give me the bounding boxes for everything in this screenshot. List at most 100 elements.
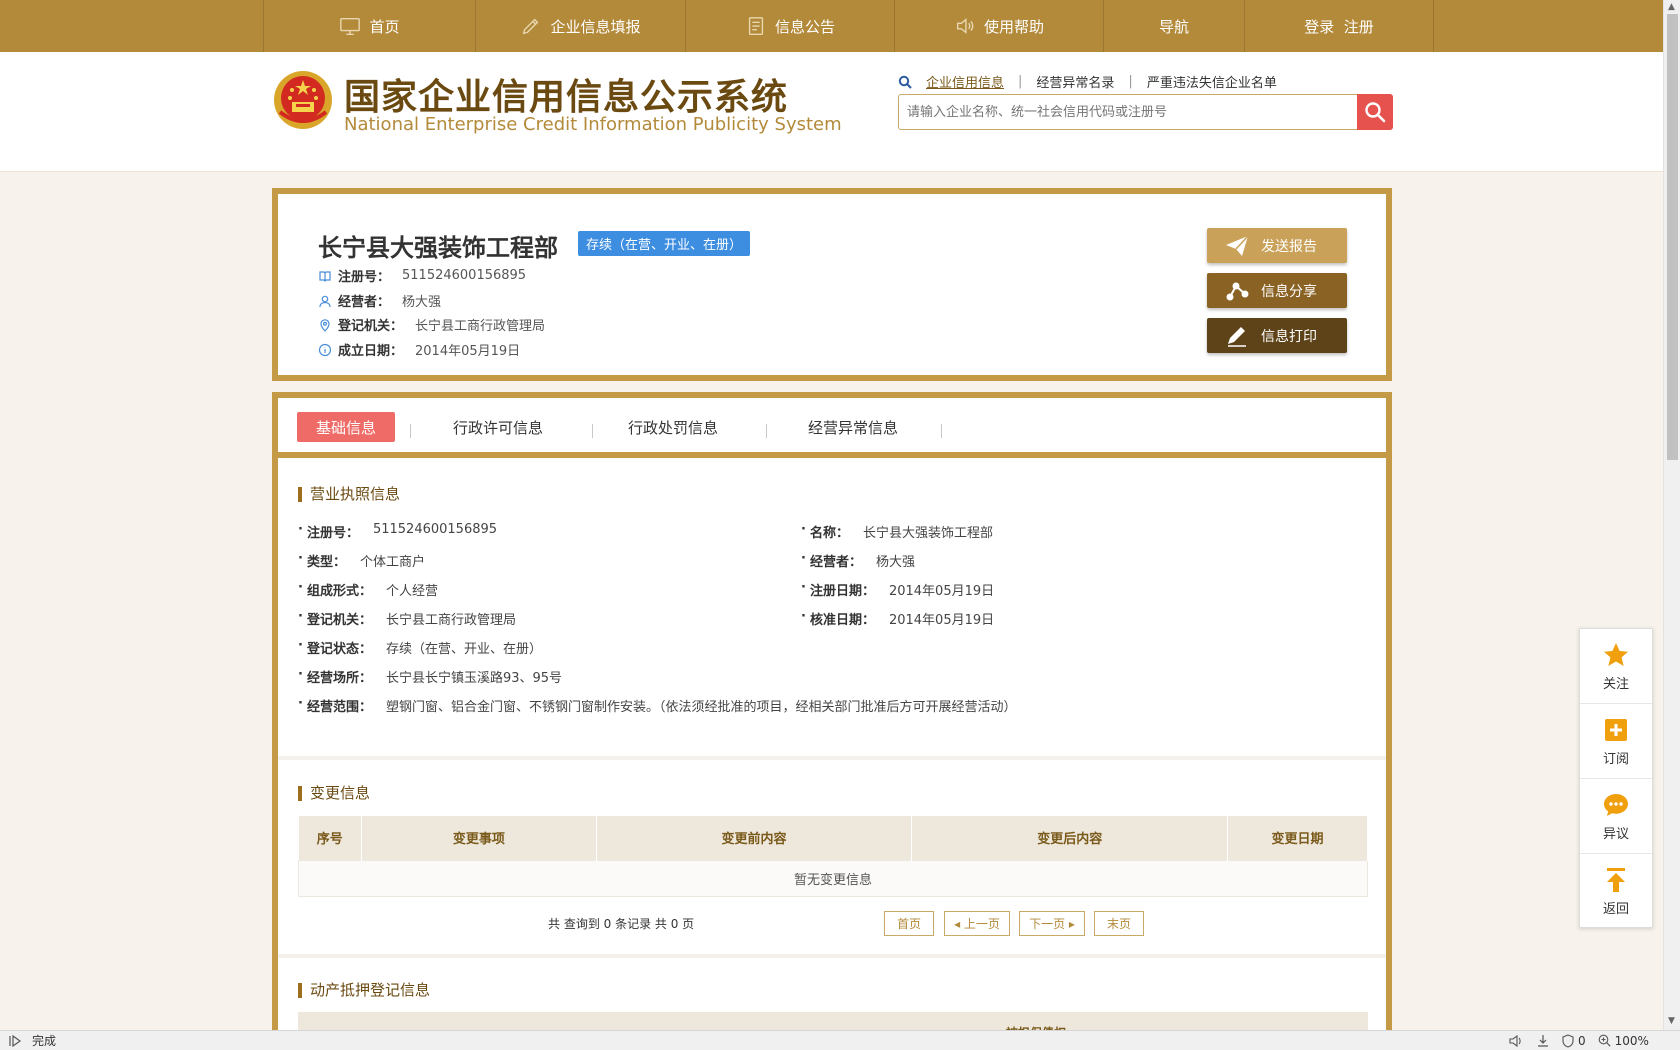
site-title-en: National Enterprise Credit Information P… xyxy=(344,114,842,135)
separator: | xyxy=(1128,74,1133,89)
info-value: 长宁县工商行政管理局 xyxy=(415,319,546,334)
objection-button[interactable]: 异议 xyxy=(1580,779,1652,854)
field-label: 经营者： xyxy=(809,555,862,570)
plus-square-icon xyxy=(1605,718,1627,741)
subscribe-button[interactable]: 订阅 xyxy=(1580,704,1652,779)
nav-announcement[interactable]: 信息公告 xyxy=(685,0,894,52)
search-button[interactable] xyxy=(1357,94,1393,130)
tab-separator xyxy=(410,424,411,438)
field-value: 存续（在营、开业、在册） xyxy=(385,642,542,657)
tab-admin-license[interactable]: 行政许可信息 xyxy=(433,412,563,442)
license-field: · 名称： 长宁县大强装饰工程部 xyxy=(801,522,993,541)
field-label: 名称： xyxy=(809,526,849,541)
search-link-abnormal[interactable]: 经营异常名录 xyxy=(1036,72,1114,91)
pager-prev-button[interactable]: ◂ 上一页 xyxy=(944,911,1010,936)
pager-last-button[interactable]: 末页 xyxy=(1094,911,1144,936)
field-label: 组成形式： xyxy=(306,584,372,599)
book-icon xyxy=(319,270,331,282)
nav-announcement-label: 信息公告 xyxy=(774,17,835,36)
info-label: 登记机关： xyxy=(338,319,404,334)
pager-first-button[interactable]: 首页 xyxy=(884,911,934,936)
nav-home[interactable]: 首页 xyxy=(263,0,475,52)
vertical-scrollbar[interactable]: ▲ ▼ xyxy=(1663,0,1680,1030)
section-title-changes: 变更信息 xyxy=(298,786,370,801)
search-input[interactable] xyxy=(899,95,1351,129)
page-status-icon xyxy=(9,1034,22,1047)
tab-bar: 基础信息 行政许可信息 行政处罚信息 经营异常信息 xyxy=(278,398,1386,458)
license-field: · 核准日期： 2014年05月19日 xyxy=(801,609,994,628)
share-icon xyxy=(1226,282,1249,300)
info-value: 杨大强 xyxy=(402,295,442,310)
pager-next-button[interactable]: 下一页 ▸ xyxy=(1019,911,1085,936)
change-table: 序号 变更事项 变更前内容 变更后内容 变更日期 暂无变更信息 xyxy=(298,816,1368,897)
bullet: · xyxy=(801,551,806,566)
bullet: · xyxy=(298,609,303,624)
column-header: 变更事项 xyxy=(361,816,597,860)
tab-abnormal-info[interactable]: 经营异常信息 xyxy=(783,412,923,442)
browser-status-bar: 完成 0 100% xyxy=(0,1030,1680,1050)
site-title: 国家企业信用信息公示系统 xyxy=(344,77,789,118)
bullet: · xyxy=(298,696,303,711)
bullet: · xyxy=(801,522,806,537)
paper-plane-icon xyxy=(1226,234,1249,256)
zoom-control[interactable]: 100% xyxy=(1598,1034,1649,1048)
field-label: 登记状态： xyxy=(306,642,372,657)
bullet: · xyxy=(801,609,806,624)
scroll-down-arrow-icon[interactable]: ▼ xyxy=(1668,1016,1675,1026)
bullet: · xyxy=(298,667,303,682)
download-icon[interactable] xyxy=(1536,1034,1550,1048)
field-label: 登记机关： xyxy=(306,613,372,628)
nav-guide[interactable]: 导航 xyxy=(1103,0,1244,52)
search-box xyxy=(898,94,1393,130)
info-reg-no: 注册号： 511524600156895 xyxy=(318,266,526,285)
search-link-blacklist[interactable]: 严重违法失信企业名单 xyxy=(1147,72,1277,91)
back-to-top-button[interactable]: 返回 xyxy=(1580,854,1652,929)
bullet: · xyxy=(298,580,303,595)
nav-help[interactable]: 使用帮助 xyxy=(894,0,1103,52)
field-value: 长宁县长宁镇玉溪路93、95号 xyxy=(385,671,563,686)
info-value: 2014年05月19日 xyxy=(415,344,521,359)
search-type-links: 企业信用信息 | 经营异常名录 | 严重违法失信企业名单 xyxy=(898,72,1277,91)
field-value: 个人经营 xyxy=(385,584,438,599)
send-report-button[interactable]: 发送报告 xyxy=(1207,228,1347,263)
share-button[interactable]: 信息分享 xyxy=(1207,273,1347,308)
print-label: 信息打印 xyxy=(1261,328,1317,345)
tab-admin-penalty[interactable]: 行政处罚信息 xyxy=(608,412,738,442)
separator: | xyxy=(1018,74,1023,89)
site-header: 国家企业信用信息公示系统 National Enterprise Credit … xyxy=(0,52,1663,172)
nav-guide-label: 导航 xyxy=(1158,17,1189,36)
speaker-icon xyxy=(956,18,974,34)
license-field: · 经营者： 杨大强 xyxy=(801,551,915,570)
license-field: · 经营场所： 长宁县长宁镇玉溪路93、95号 xyxy=(298,667,562,686)
print-button[interactable]: 信息打印 xyxy=(1207,318,1347,353)
license-field: · 组成形式： 个人经营 xyxy=(298,580,438,599)
nav-enterprise-report[interactable]: 企业信息填报 xyxy=(475,0,685,52)
info-label: 注册号： xyxy=(338,270,391,285)
info-authority: 登记机关： 长宁县工商行政管理局 xyxy=(318,315,545,334)
search-link-credit[interactable]: 企业信用信息 xyxy=(926,72,1004,91)
field-value: 2014年05月19日 xyxy=(888,584,995,599)
field-label: 核准日期： xyxy=(809,613,875,628)
location-pin-icon xyxy=(320,318,330,332)
nav-home-label: 首页 xyxy=(369,17,400,36)
nav-login-register[interactable]: 登录 注册 xyxy=(1244,0,1434,52)
follow-button[interactable]: 关注 xyxy=(1580,629,1652,704)
license-field: · 类型： 个体工商户 xyxy=(298,551,425,570)
company-card: 长宁县大强装饰工程部 存续（在营、开业、在册） 注册号： 51152460015… xyxy=(272,188,1392,381)
section-divider xyxy=(278,954,1386,958)
column-header: 变更日期 xyxy=(1227,816,1368,860)
section-title-license: 营业执照信息 xyxy=(298,487,400,502)
field-label: 经营场所： xyxy=(306,671,372,686)
volume-icon[interactable] xyxy=(1508,1034,1524,1048)
tab-basic-info[interactable]: 基础信息 xyxy=(297,412,395,442)
info-label: 成立日期： xyxy=(338,344,404,359)
nav-login-register-label: 登录 注册 xyxy=(1304,17,1374,36)
field-value: 个体工商户 xyxy=(359,555,425,570)
scroll-thumb[interactable] xyxy=(1667,14,1678,460)
scroll-up-arrow-icon[interactable]: ▲ xyxy=(1668,2,1675,12)
shield-icon xyxy=(1562,1033,1574,1048)
pencil-icon xyxy=(1228,326,1246,347)
blocked-count[interactable]: 0 xyxy=(1562,1034,1586,1048)
table-header-row: 序号 变更事项 变更前内容 变更后内容 变更日期 xyxy=(298,816,1368,860)
field-label: 注册号： xyxy=(306,526,359,541)
